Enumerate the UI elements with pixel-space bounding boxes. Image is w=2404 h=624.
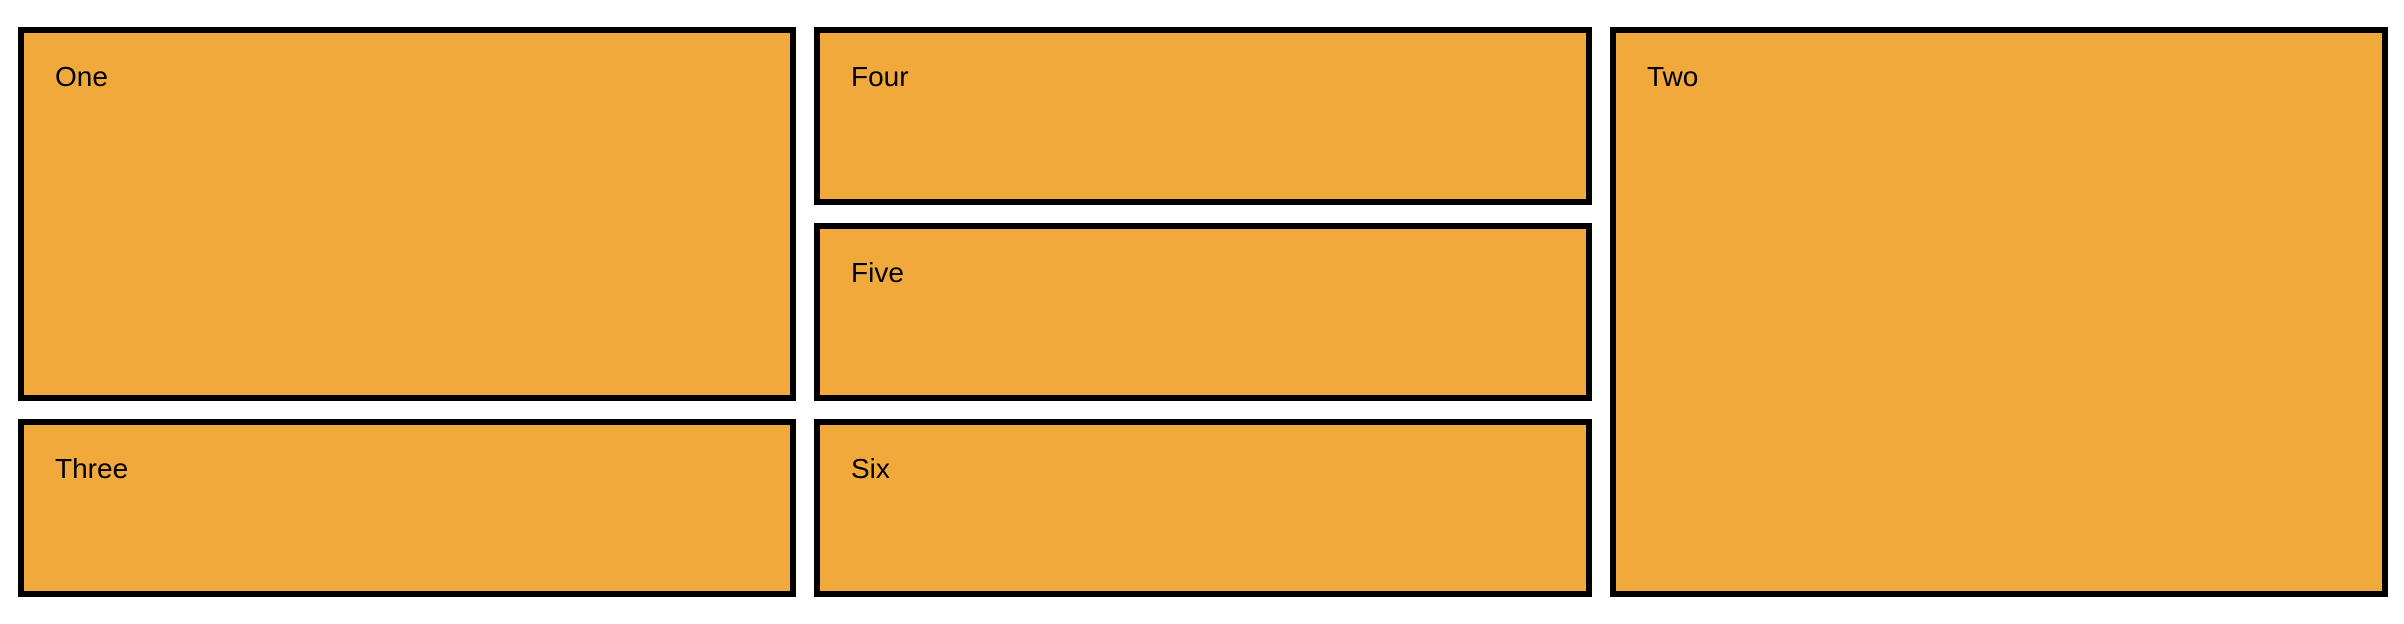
grid-item-four: Four (814, 27, 1592, 205)
grid-item-label: Five (851, 257, 904, 288)
grid-item-six: Six (814, 419, 1592, 597)
grid-item-label: Four (851, 61, 909, 92)
grid-container: One Four Five Two Three Six (18, 27, 2388, 597)
grid-item-one: One (18, 27, 796, 401)
grid-item-label: One (55, 61, 108, 92)
grid-item-label: Two (1647, 61, 1699, 92)
grid-item-five: Five (814, 223, 1592, 401)
grid-item-label: Six (851, 453, 890, 484)
grid-item-three: Three (18, 419, 796, 597)
grid-item-two: Two (1610, 27, 2388, 597)
grid-item-label: Three (55, 453, 129, 484)
